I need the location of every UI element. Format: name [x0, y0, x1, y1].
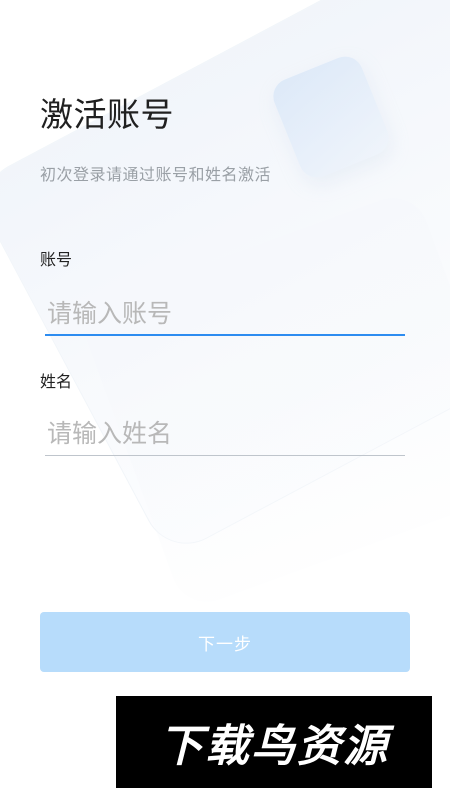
account-label: 账号 — [40, 250, 73, 269]
name-input[interactable] — [45, 412, 405, 454]
account-underline — [45, 334, 405, 336]
account-input[interactable] — [45, 292, 405, 334]
page-subtitle: 初次登录请通过账号和姓名激活 — [40, 165, 272, 184]
activation-page: 激活账号 初次登录请通过账号和姓名激活 账号 姓名 下一步 — [0, 0, 450, 800]
page-title: 激活账号 — [40, 95, 174, 134]
name-field — [45, 412, 405, 456]
next-button[interactable]: 下一步 — [40, 612, 410, 672]
watermark-logo: 下载鸟资源 — [116, 696, 432, 788]
name-underline — [45, 455, 405, 456]
account-field — [45, 292, 405, 336]
name-label: 姓名 — [40, 372, 73, 391]
